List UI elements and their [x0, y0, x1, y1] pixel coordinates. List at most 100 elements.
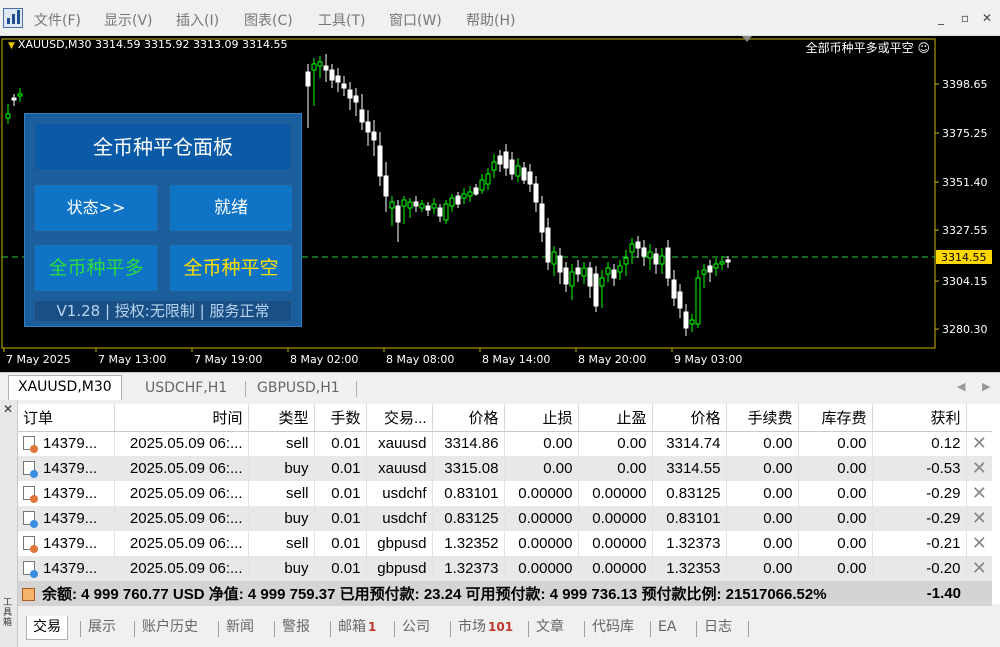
price-tick-label: 3398.65 [942, 78, 988, 91]
tab-account-history[interactable]: 账户历史 [136, 616, 204, 640]
order-cell: -0.53 [872, 456, 967, 481]
menu-help[interactable]: 帮助(H) [466, 10, 515, 30]
tab-xauusd-m30[interactable]: XAUUSD,M30 [8, 375, 122, 401]
order-cell: 0.00000 [504, 556, 579, 581]
buy-order-icon [23, 461, 38, 478]
close-order-icon[interactable]: ✕ [966, 481, 992, 506]
buy-order-icon [23, 561, 38, 578]
scroll-left-icon[interactable]: ◀ [957, 380, 965, 393]
column-header[interactable]: 手续费 [726, 404, 799, 432]
tab-market[interactable]: 市场 101 [452, 616, 519, 640]
menu-tools[interactable]: 工具(T) [318, 10, 365, 30]
tab-articles[interactable]: 文章 [530, 616, 570, 640]
tab-journal[interactable]: 日志 [698, 616, 738, 640]
tab-separator [274, 621, 275, 637]
order-row[interactable]: 14379... 2025.05.09 06:... sell 0.01 gbpusd 1… [18, 531, 992, 556]
candle-body [677, 291, 683, 309]
candle-body [17, 93, 23, 97]
column-header[interactable]: 类型 [248, 404, 315, 432]
menu-file[interactable]: 文件(F) [34, 10, 81, 30]
minimize-button[interactable]: _ [930, 8, 952, 28]
close-order-icon[interactable]: ✕ [966, 556, 992, 581]
tab-alerts[interactable]: 警报 [276, 616, 316, 640]
menu-window[interactable]: 窗口(W) [389, 10, 442, 30]
tab-trade[interactable]: 交易 [26, 616, 68, 640]
tab-usdchf-h1[interactable]: USDCHF,H1 [136, 377, 236, 401]
column-header[interactable]: 时间 [114, 404, 249, 432]
dropdown-triangle-icon[interactable]: ▼ [8, 41, 15, 51]
order-cell: usdchf [366, 481, 433, 506]
order-row[interactable]: 14379... 2025.05.09 06:... buy 0.01 xauusd 33… [18, 456, 992, 481]
order-cell: 0.01 [314, 531, 367, 556]
ea-status-label: 全部币种平多或平空 ☺ [805, 41, 930, 55]
restore-button[interactable]: ▫ [954, 8, 976, 28]
candle-body [683, 311, 689, 329]
tab-gbpusd-h1[interactable]: GBPUSD,H1 [248, 377, 349, 401]
tab-news[interactable]: 新闻 [220, 616, 260, 640]
tab-code-base[interactable]: 代码库 [586, 616, 640, 640]
close-order-icon[interactable]: ✕ [966, 456, 992, 481]
candle-body [527, 171, 533, 185]
order-cell: 0.00 [798, 456, 873, 481]
candle-body [311, 63, 317, 71]
order-cell: 0.00000 [504, 481, 579, 506]
order-cell: 2025.05.09 06:... [114, 556, 249, 581]
close-all-short-button[interactable]: 全币种平空 [169, 244, 293, 292]
tab-separator [584, 621, 585, 637]
column-header[interactable]: 交易... [366, 404, 433, 432]
order-cell: 3315.08 [432, 456, 505, 481]
candle-body [317, 61, 323, 67]
order-cell: 0.00 [504, 456, 579, 481]
candle-body [587, 267, 593, 287]
close-all-long-button[interactable]: 全币种平多 [34, 244, 158, 292]
menu-view[interactable]: 显示(V) [104, 10, 153, 30]
candle-body [353, 95, 359, 103]
column-header-spacer [966, 404, 992, 432]
order-cell: 1.32353 [652, 556, 727, 581]
close-window-button[interactable]: ✕ [976, 8, 998, 28]
price-chart[interactable]: 3398.65 3375.25 3351.40 3327.55 3304.15 3280.… [0, 36, 1000, 372]
candle-body [539, 203, 545, 233]
time-tick-label: 8 May 14:00 [482, 353, 550, 366]
close-order-icon[interactable]: ✕ [966, 431, 992, 456]
close-order-icon[interactable]: ✕ [966, 531, 992, 556]
order-row[interactable]: 14379... 2025.05.09 06:... buy 0.01 usdchf 0.… [18, 506, 992, 531]
order-cell: 3314.74 [652, 431, 727, 456]
candle-body [443, 203, 449, 221]
tab-experts[interactable]: EA [652, 616, 682, 640]
column-header[interactable]: 价格 [432, 404, 505, 432]
candle-body [371, 131, 377, 141]
scroll-right-icon[interactable]: ▶ [982, 380, 990, 393]
close-terminal-icon[interactable]: ✕ [3, 402, 13, 416]
candle-body [413, 201, 419, 207]
order-cell: 0.83125 [432, 506, 505, 531]
candle-body [323, 65, 329, 71]
menu-insert[interactable]: 插入(I) [176, 10, 219, 30]
candle-body [713, 263, 719, 269]
menu-charts[interactable]: 图表(C) [244, 10, 293, 30]
tab-separator [330, 621, 331, 637]
order-row[interactable]: 14379... 2025.05.09 06:... sell 0.01 xauusd 3… [18, 431, 992, 456]
order-cell: sell [248, 481, 315, 506]
column-header[interactable]: 价格 [652, 404, 727, 432]
tab-exposure[interactable]: 展示 [82, 616, 122, 640]
candle-body [671, 279, 677, 299]
column-header[interactable]: 库存费 [798, 404, 873, 432]
column-header[interactable]: 止盈 [578, 404, 653, 432]
order-cell: 0.01 [314, 456, 367, 481]
order-row[interactable]: 14379... 2025.05.09 06:... buy 0.01 gbpusd 1.… [18, 556, 992, 581]
column-header[interactable]: 订单 [18, 404, 115, 432]
candle-body [335, 75, 341, 83]
candle-body [383, 175, 389, 197]
tab-mailbox[interactable]: 邮箱 1 [332, 616, 382, 640]
panel-title: 全币种平仓面板 [34, 123, 292, 171]
column-header[interactable]: 获利 [872, 404, 967, 432]
close-order-icon[interactable]: ✕ [966, 506, 992, 531]
order-cell: buy [248, 556, 315, 581]
column-header[interactable]: 手数 [314, 404, 367, 432]
column-header[interactable]: 止损 [504, 404, 579, 432]
tab-company[interactable]: 公司 [396, 616, 436, 640]
candle-body [665, 247, 671, 279]
status-button[interactable]: 状态>> [34, 184, 158, 232]
order-row[interactable]: 14379... 2025.05.09 06:... sell 0.01 usdchf 0… [18, 481, 992, 506]
